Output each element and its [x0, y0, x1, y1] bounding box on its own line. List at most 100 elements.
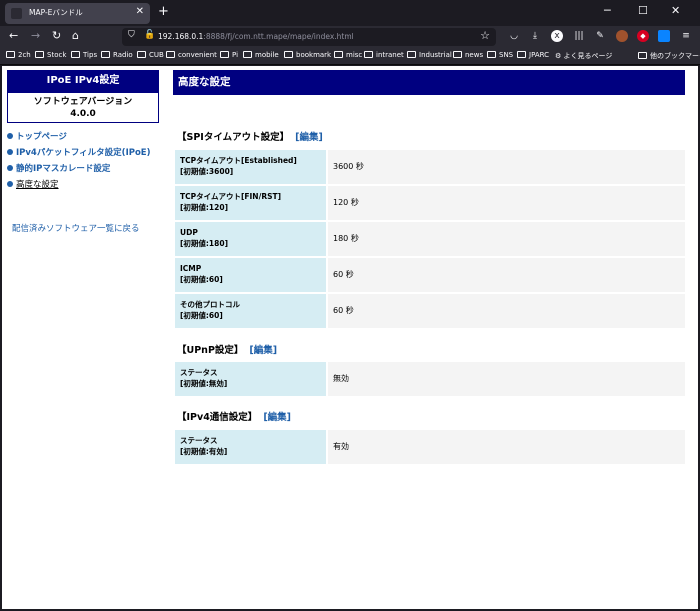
bookmark-star-icon[interactable]: ☆ — [480, 29, 490, 42]
setting-value: 120 秒 — [328, 186, 685, 220]
tracking-shield-icon[interactable]: ⛉ — [128, 30, 135, 40]
library-icon[interactable]: ||| — [573, 30, 585, 42]
url-text[interactable]: 192.168.0.1:8888/fj/com.ntt.mape/mape/in… — [158, 32, 354, 41]
setting-value: 有効 — [328, 430, 685, 464]
sidebar-item-static-masquerade[interactable]: 静的IPマスカレード設定 — [7, 162, 110, 174]
downloads-icon[interactable]: ⤓ — [529, 30, 541, 42]
folder-icon — [334, 51, 343, 58]
setting-label: TCPタイムアウト[FIN/RST] [初期値:120] — [175, 186, 326, 220]
url-host: 192.168.0.1 — [158, 32, 204, 41]
menu-icon[interactable]: ≡ — [680, 30, 692, 42]
sidebar-item-top-page[interactable]: トップページ — [7, 130, 67, 142]
sidebar-item-label: 高度な設定 — [16, 180, 59, 190]
bookmark-label: CUB — [149, 51, 164, 59]
forward-icon[interactable]: → — [31, 29, 40, 42]
browser-tab[interactable]: MAP-Eバンドル ✕ — [5, 3, 150, 24]
setting-name: TCPタイムアウト[FIN/RST] — [180, 192, 282, 201]
account-avatar-icon[interactable] — [616, 30, 628, 42]
bullet-icon — [7, 181, 13, 187]
setting-name: その他プロトコル — [180, 300, 240, 309]
insecure-lock-icon[interactable]: 🔓 — [144, 30, 155, 40]
bookmark-folder[interactable]: intranet — [364, 51, 404, 59]
setting-default: [初期値:3600] — [180, 167, 234, 176]
bookmark-label: news — [465, 51, 484, 59]
reload-icon[interactable]: ↻ — [52, 29, 61, 42]
bullet-icon — [7, 133, 13, 139]
setting-default: [初期値:60] — [180, 311, 223, 320]
setting-default: [初期値:無効] — [180, 379, 228, 388]
folder-icon — [638, 52, 647, 59]
setting-name: ICMP — [180, 264, 202, 273]
extension-blue-icon[interactable] — [658, 30, 670, 42]
back-to-software-list-link[interactable]: 配信済みソフトウェア一覧に戻る — [12, 222, 140, 234]
sidebar-item-packet-filter[interactable]: IPv4パケットフィルタ設定(IPoE) — [7, 146, 151, 158]
setting-default: [初期値:有効] — [180, 447, 228, 456]
bookmark-folder[interactable]: Stock — [35, 51, 66, 59]
edit-icon[interactable]: ✎ — [594, 30, 606, 42]
bookmark-most-visited[interactable]: ⚙ よく見るページ — [555, 51, 612, 61]
minimize-icon[interactable]: ─ — [604, 4, 611, 17]
other-bookmarks[interactable]: 他のブックマーク — [638, 51, 700, 61]
bookmark-folder[interactable]: Pi — [220, 51, 238, 59]
folder-icon — [364, 51, 373, 58]
edit-ipv4-comm-link[interactable]: [編集] — [263, 412, 291, 423]
edit-upnp-link[interactable]: [編集] — [249, 345, 277, 356]
bookmark-folder[interactable]: 2ch — [6, 51, 31, 59]
setting-label: ステータス [初期値:有効] — [175, 430, 326, 464]
bookmark-label: Radio — [113, 51, 133, 59]
home-icon[interactable]: ⌂ — [72, 29, 79, 42]
setting-label: その他プロトコル [初期値:60] — [175, 294, 326, 328]
folder-icon — [166, 51, 175, 58]
page-title: 高度な設定 — [173, 70, 685, 95]
setting-label: ICMP [初期値:60] — [175, 258, 326, 292]
bullet-icon — [7, 165, 13, 171]
setting-label: UDP [初期値:180] — [175, 222, 326, 256]
edit-spi-timeout-link[interactable]: [編集] — [295, 132, 323, 143]
adblock-extension-icon[interactable]: ◆ — [637, 30, 649, 42]
address-bar[interactable]: ⛉ 🔓 192.168.0.1:8888/fj/com.ntt.mape/map… — [122, 28, 496, 46]
bookmark-label: intranet — [376, 51, 404, 59]
bookmark-label: Stock — [47, 51, 67, 59]
bookmark-folder[interactable]: CUB — [137, 51, 164, 59]
folder-icon — [517, 51, 526, 58]
folder-icon — [487, 51, 496, 58]
table-row: UDP [初期値:180] 180 秒 — [175, 222, 685, 257]
navigation-toolbar: ← → ↻ ⌂ ⛉ 🔓 192.168.0.1:8888/fj/com.ntt.… — [0, 26, 700, 48]
extension-x-icon[interactable]: x — [551, 30, 563, 42]
folder-icon — [284, 51, 293, 58]
close-window-icon[interactable]: ✕ — [671, 4, 680, 17]
back-icon[interactable]: ← — [9, 29, 18, 42]
bookmark-label: convenient — [178, 51, 217, 59]
setting-value: 60 秒 — [328, 258, 685, 292]
bookmark-folder[interactable]: misc — [334, 51, 362, 59]
sidebar-heading: IPoE IPv4設定 — [7, 70, 159, 92]
bookmark-folder[interactable]: bookmark — [284, 51, 331, 59]
setting-name: UDP — [180, 228, 198, 237]
table-row: ステータス [初期値:無効] 無効 — [175, 362, 685, 397]
setting-label: TCPタイムアウト[Established] [初期値:3600] — [175, 150, 326, 184]
bookmark-folder[interactable]: Industrial — [407, 51, 452, 59]
bookmark-label: bookmark — [296, 51, 332, 59]
maximize-icon[interactable]: ☐ — [638, 4, 648, 17]
sidebar-item-advanced-settings[interactable]: 高度な設定 — [7, 178, 59, 190]
bookmark-folder[interactable]: SNS — [487, 51, 513, 59]
folder-icon — [35, 51, 44, 58]
folder-icon — [137, 51, 146, 58]
bookmark-folder[interactable]: convenient — [166, 51, 217, 59]
bookmark-label: Pi — [232, 51, 239, 59]
pocket-icon[interactable]: ◡ — [508, 30, 520, 42]
page-favicon-icon — [11, 8, 22, 19]
bookmark-folder[interactable]: Radio — [101, 51, 133, 59]
bookmark-folder[interactable]: mobile — [243, 51, 279, 59]
tab-bar: MAP-Eバンドル ✕ + ─ ☐ ✕ — [0, 0, 700, 26]
bookmark-folder[interactable]: JPARC — [517, 51, 549, 59]
new-tab-icon[interactable]: + — [158, 4, 169, 19]
close-tab-icon[interactable]: ✕ — [136, 6, 144, 17]
bookmark-folder[interactable]: news — [453, 51, 483, 59]
table-row: ICMP [初期値:60] 60 秒 — [175, 258, 685, 293]
folder-icon — [220, 51, 229, 58]
setting-value: 無効 — [328, 362, 685, 396]
section-upnp-title: 【UPnP設定】 [編集] — [177, 342, 277, 356]
bookmark-folder[interactable]: Tips — [71, 51, 97, 59]
section-title-text: 【IPv4通信設定】 — [177, 412, 258, 423]
